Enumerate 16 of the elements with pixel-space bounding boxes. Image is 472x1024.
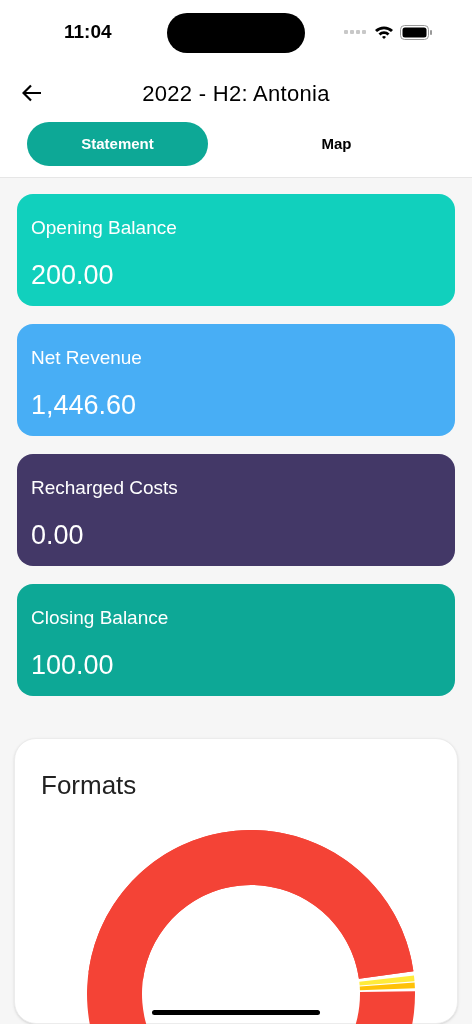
balance-amount: 1,446.60 bbox=[31, 388, 137, 422]
battery-icon bbox=[400, 24, 432, 40]
balance-amount: 200.00 bbox=[31, 258, 114, 292]
balance-amount: 0.00 bbox=[31, 518, 84, 552]
tab[interactable]: Map bbox=[228, 122, 445, 166]
balance-label: Closing Balance bbox=[31, 606, 169, 630]
back-arrow-icon[interactable] bbox=[22, 84, 42, 102]
balance-label: Net Revenue bbox=[31, 346, 142, 370]
balance-amount: 100.00 bbox=[31, 648, 114, 682]
balance-label: Opening Balance bbox=[31, 216, 177, 240]
balance-label: Recharged Costs bbox=[31, 476, 178, 500]
chart-title: Formats bbox=[41, 769, 137, 802]
wifi-icon bbox=[374, 25, 394, 39]
signal-icon bbox=[344, 30, 368, 34]
status-time: 11:04 bbox=[64, 19, 112, 44]
page-title: 2022 - H2: Antonia bbox=[142, 79, 330, 108]
